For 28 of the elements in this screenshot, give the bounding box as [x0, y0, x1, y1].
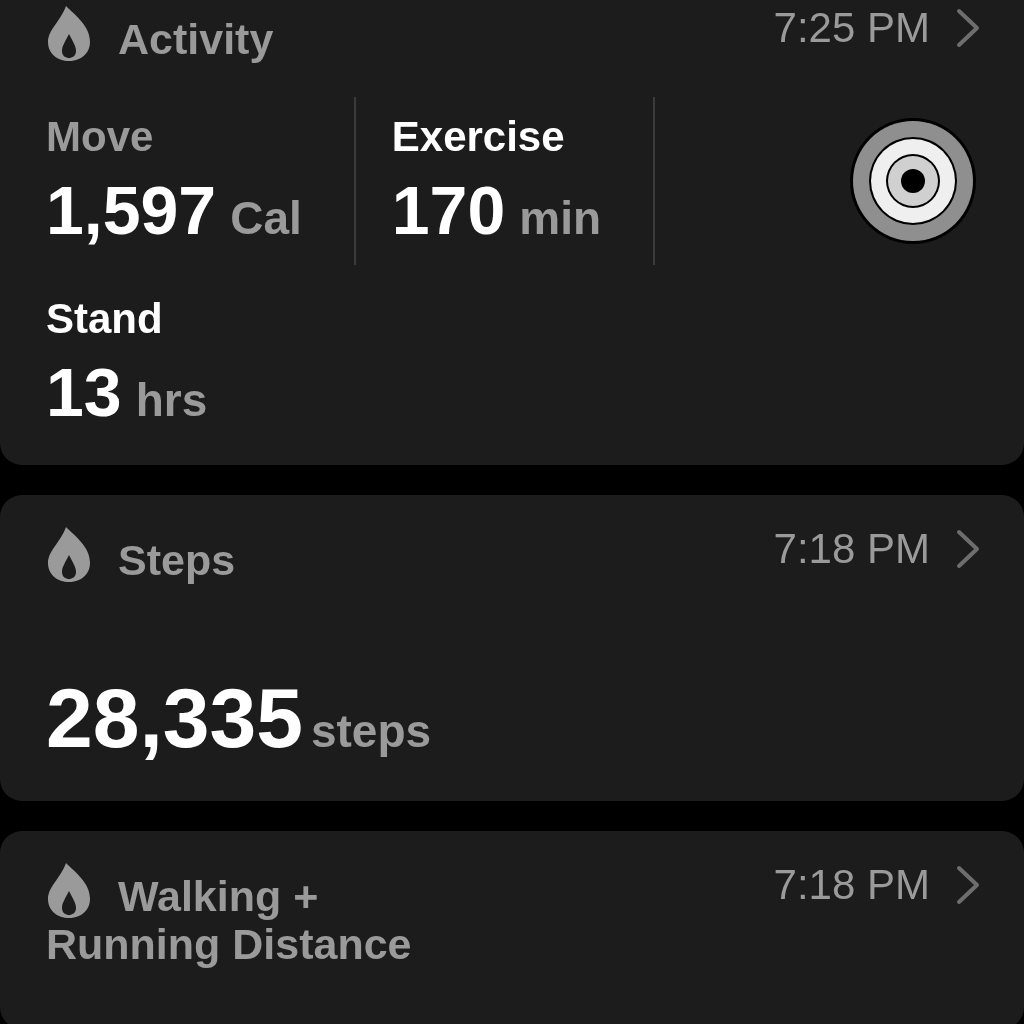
flame-icon — [46, 861, 92, 920]
flame-icon — [46, 525, 92, 584]
card-background[interactable]: Walking + Running Distance 7:18 PM — [0, 831, 1024, 1024]
steps-value: 28,335 — [46, 670, 303, 768]
card-title: Running Distance — [46, 920, 412, 969]
chevron-right-icon — [956, 8, 980, 48]
steps-unit: steps — [310, 704, 432, 759]
metric-unit: hrs — [135, 373, 208, 428]
card-background[interactable]: Steps 7:18 PM 28,335 steps — [0, 495, 1024, 802]
card-title: Walking + — [118, 872, 319, 921]
metric-value: 1,597 — [46, 171, 217, 250]
card-background[interactable]: Activity 7:25 PM Move 1,597 Cal Exercise 170 min Stand 13 hrs — [0, 0, 1024, 466]
card-title: Steps — [118, 536, 236, 585]
timestamp: 7:25 PM — [773, 4, 930, 52]
metric-label: Stand — [46, 295, 164, 344]
chevron-right-icon — [956, 529, 980, 570]
metric-value: 13 — [46, 353, 122, 432]
metric-label: Move — [46, 113, 155, 162]
flame-icon — [46, 4, 92, 62]
metric-unit: Cal — [230, 191, 302, 246]
timestamp: 7:18 PM — [773, 861, 930, 910]
card-title: Activity — [118, 15, 274, 63]
timestamp: 7:18 PM — [773, 525, 930, 574]
activity-rings-icon — [848, 116, 978, 247]
metric-value: 170 — [391, 171, 506, 250]
chevron-right-icon — [956, 865, 980, 906]
metric-unit: min — [519, 191, 601, 246]
metric-label: Exercise — [391, 113, 566, 162]
